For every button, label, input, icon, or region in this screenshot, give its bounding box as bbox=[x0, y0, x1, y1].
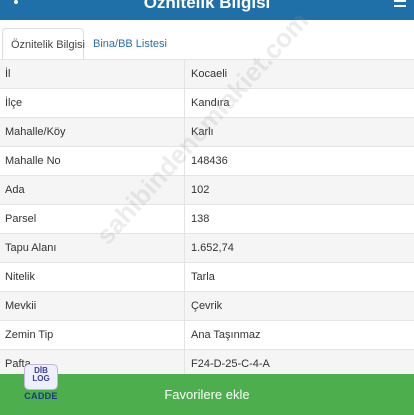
row-label: Zemin Tip bbox=[5, 329, 54, 341]
row-value: 148436 bbox=[191, 155, 228, 167]
row-label: Parsel bbox=[5, 213, 37, 225]
row-value: Ana Taşınmaz bbox=[191, 329, 261, 341]
row-value: 1.652,74 bbox=[191, 242, 234, 254]
table-row: Tapu Alanı 1.652,74 bbox=[0, 233, 414, 263]
app-header: Öznitelik Bilgisi bbox=[0, 0, 414, 20]
tab-attribute-info[interactable]: Öznitelik Bilgisi bbox=[2, 28, 85, 61]
row-label: Ada bbox=[5, 184, 25, 196]
attribute-table: İl Kocaeli İlçe Kandıra Mahalle/Köy Karlı Maha… bbox=[0, 59, 414, 379]
cell-divider bbox=[184, 205, 185, 234]
table-row: Mevkii Çevrik bbox=[0, 291, 414, 321]
row-value: 138 bbox=[191, 213, 210, 225]
menu-lines-icon[interactable] bbox=[394, 0, 406, 10]
row-value: Çevrik bbox=[191, 300, 223, 312]
cell-divider bbox=[184, 89, 185, 118]
add-to-favorites-button[interactable]: Favorilere ekle bbox=[0, 374, 414, 415]
row-value: 102 bbox=[191, 184, 210, 196]
row-label: Mevkii bbox=[5, 300, 37, 312]
table-row: Mahalle/Köy Karlı bbox=[0, 117, 414, 147]
cell-divider bbox=[184, 263, 185, 292]
page-title: Öznitelik Bilgisi bbox=[143, 0, 271, 12]
table-row: İlçe Kandıra bbox=[0, 88, 414, 118]
table-row: Parsel 138 bbox=[0, 204, 414, 234]
row-label: Nitelik bbox=[5, 271, 35, 283]
row-value: Kocaeli bbox=[191, 68, 228, 80]
row-value: Tarla bbox=[191, 271, 215, 283]
row-value: Kandıra bbox=[191, 97, 230, 109]
row-label: İl bbox=[5, 68, 11, 80]
table-row: Mahalle No 148436 bbox=[0, 146, 414, 176]
cell-divider bbox=[184, 147, 185, 176]
cell-divider bbox=[184, 118, 185, 147]
table-row: İl Kocaeli bbox=[0, 59, 414, 89]
row-value: Karlı bbox=[191, 126, 214, 138]
cell-divider bbox=[184, 292, 185, 321]
cadde-logo: DİB LOG CADDE bbox=[20, 364, 62, 404]
logo-caption: CADDE bbox=[24, 391, 58, 401]
table-row: Zemin Tip Ana Taşınmaz bbox=[0, 320, 414, 350]
row-label: Mahalle/Köy bbox=[5, 126, 66, 138]
table-row: Ada 102 bbox=[0, 175, 414, 205]
cell-divider bbox=[184, 234, 185, 263]
logo-badge-line-2: LOG bbox=[32, 374, 50, 383]
cell-divider bbox=[184, 60, 185, 89]
tab-building-list[interactable]: Bina/BB Listesi bbox=[85, 28, 175, 60]
cell-divider bbox=[184, 176, 185, 205]
row-label: Mahalle No bbox=[5, 155, 61, 167]
logo-badge: DİB LOG bbox=[24, 364, 58, 390]
row-label: İlçe bbox=[5, 97, 23, 109]
logo-badge-text: DİB LOG bbox=[25, 367, 57, 383]
cell-divider bbox=[184, 321, 185, 350]
tab-bar: Öznitelik Bilgisi Bina/BB Listesi bbox=[0, 20, 414, 61]
attribute-info-screen: Öznitelik Bilgisi Öznitelik Bilgisi Bina… bbox=[0, 0, 414, 415]
row-label: Tapu Alanı bbox=[5, 242, 57, 254]
table-row: Nitelik Tarla bbox=[0, 262, 414, 292]
